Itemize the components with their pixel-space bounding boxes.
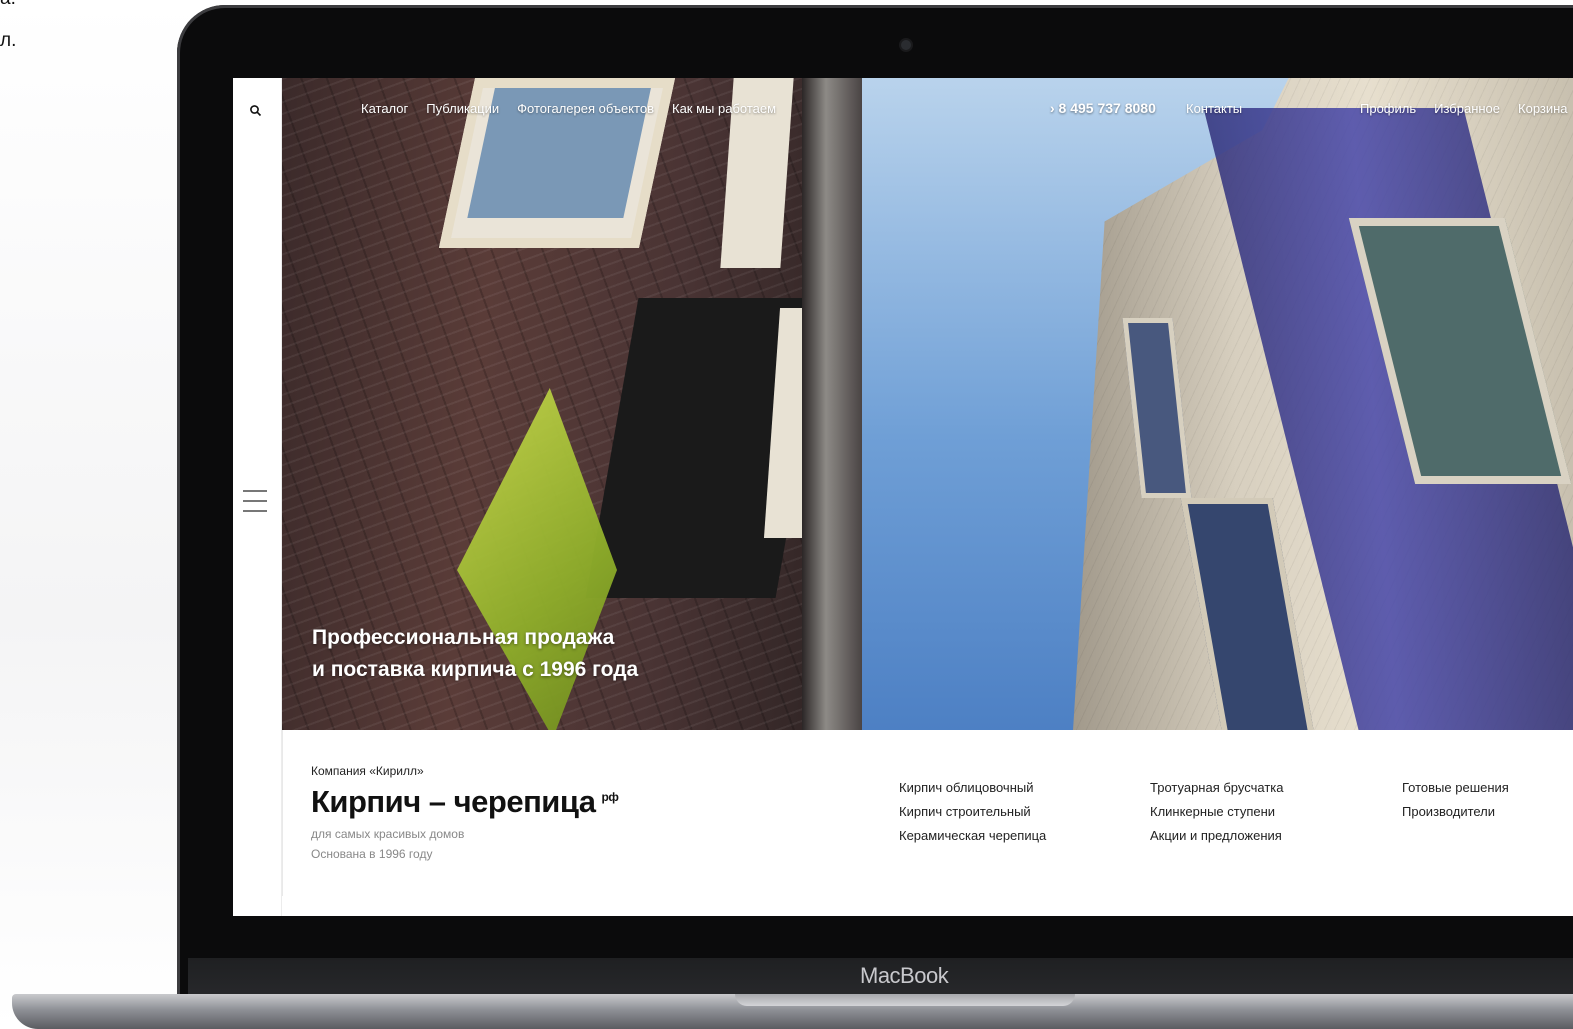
- nav-item-cart[interactable]: Корзина: [1518, 101, 1568, 116]
- category-link-manufacturers[interactable]: Производители: [1402, 804, 1509, 819]
- device-brand-label: MacBook: [860, 963, 949, 988]
- company-label: Компания «Кирилл»: [311, 764, 424, 778]
- nav-item-favorites[interactable]: Избранное: [1434, 101, 1500, 116]
- camera-icon: [901, 40, 911, 50]
- category-column-1: Кирпич облицовочный Кирпич строительный …: [899, 780, 1046, 852]
- backdrop: [0, 0, 200, 1029]
- founded-text: Основана в 1996 году: [311, 847, 433, 861]
- category-link-ceramic-tile[interactable]: Керамическая черепица: [899, 828, 1046, 843]
- nav-item-gallery[interactable]: Фотогалерея объектов: [517, 101, 654, 116]
- tagline: для самых красивых домов: [311, 827, 465, 841]
- left-sidebar: [233, 78, 282, 916]
- logo-text: Кирпич – черепица: [311, 784, 596, 819]
- hamburger-menu-icon[interactable]: [243, 490, 267, 512]
- phone-link[interactable]: › 8 495 737 8080: [1050, 100, 1156, 116]
- nav-item-profile[interactable]: Профиль: [1360, 101, 1416, 116]
- laptop-screen: Каталог Публикации Фотогалерея объектов …: [233, 78, 1573, 916]
- category-link-ready-solutions[interactable]: Готовые решения: [1402, 780, 1509, 795]
- category-column-3: Готовые решения Производители: [1402, 780, 1509, 828]
- main-nav: Каталог Публикации Фотогалерея объектов …: [361, 101, 776, 116]
- category-link-building-brick[interactable]: Кирпич строительный: [899, 804, 1046, 819]
- user-nav: Профиль Избранное Корзина: [1360, 101, 1568, 116]
- category-column-2: Тротуарная брусчатка Клинкерные ступени …: [1150, 780, 1283, 852]
- nav-item-how-we-work[interactable]: Как мы работаем: [672, 101, 776, 116]
- category-link-promotions[interactable]: Акции и предложения: [1150, 828, 1283, 843]
- backdrop-cut-text: л.: [0, 30, 17, 51]
- hero-banner: Каталог Публикации Фотогалерея объектов …: [282, 78, 1573, 730]
- logo-suffix: рф: [601, 790, 619, 804]
- category-link-paving[interactable]: Тротуарная брусчатка: [1150, 780, 1283, 795]
- nav-item-catalog[interactable]: Каталог: [361, 101, 408, 116]
- site-logo[interactable]: Кирпич – черепица рф: [311, 784, 619, 820]
- category-link-clinker-steps[interactable]: Клинкерные ступени: [1150, 804, 1283, 819]
- laptop-opening-notch: [735, 994, 1075, 1006]
- backdrop-cut-text: а.: [0, 0, 16, 10]
- nav-item-publications[interactable]: Публикации: [426, 101, 499, 116]
- nav-item-contacts[interactable]: Контакты: [1186, 101, 1242, 116]
- company-info-section: Компания «Кирилл» Кирпич – черепица рф дл…: [282, 730, 1573, 916]
- hero-title: Профессиональная продажа и поставка кирп…: [312, 626, 639, 681]
- category-link-facing-brick[interactable]: Кирпич облицовочный: [899, 780, 1046, 795]
- search-icon[interactable]: [249, 104, 263, 118]
